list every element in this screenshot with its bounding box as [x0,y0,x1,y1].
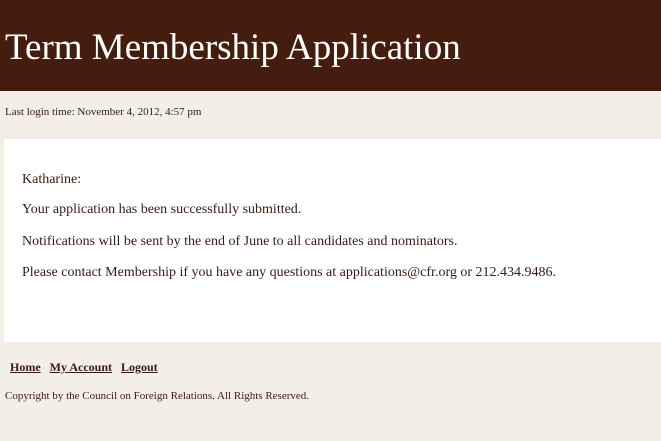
greeting: Katharine: [22,172,82,187]
last-login-time: Last login time: November 4, 2012, 4:57 … [5,106,202,118]
home-link[interactable]: Home [10,360,41,374]
page-title: Term Membership Application [5,27,461,68]
logout-link[interactable]: Logout [121,360,158,374]
submission-confirmation: Your application has been successfully s… [22,202,302,217]
contact-info: Please contact Membership if you have an… [22,265,557,280]
my-account-link[interactable]: My Account [50,360,112,374]
confirmation-panel: Katharine: Your application has been suc… [4,139,661,342]
notification-info: Notifications will be sent by the end of… [22,234,458,249]
copyright: Copyright by the Council on Foreign Rela… [5,390,310,402]
footer-nav: Home My Account Logout [10,360,164,375]
page-header: Term Membership Application [0,0,661,91]
